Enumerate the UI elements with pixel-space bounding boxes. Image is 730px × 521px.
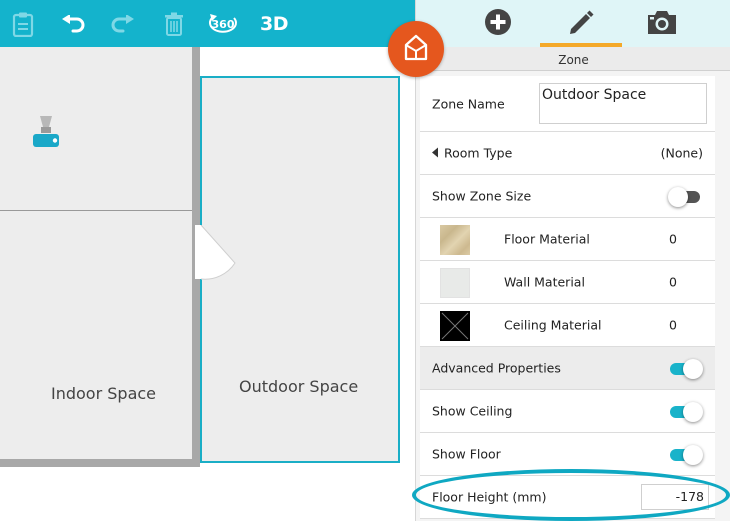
clipboard-button[interactable] [8,0,38,47]
ceiling-material-row[interactable]: Ceiling Material 0 [420,304,715,347]
camera-icon [646,8,678,40]
floor-height-label: Floor Height (mm) [432,489,547,505]
room-type-value[interactable]: (None) [661,146,703,161]
pencil-icon [566,7,596,41]
show-zone-size-label: Show Zone Size [432,188,532,204]
zone-house-icon [402,32,430,66]
room-label-indoor: Indoor Space [51,384,157,403]
tab-edit[interactable] [540,0,622,47]
show-floor-toggle[interactable] [670,444,703,465]
caret-left-icon [432,147,438,158]
toolbar: 360 3D [0,0,415,47]
panel-tabs [416,0,730,47]
delete-button[interactable] [160,0,188,47]
undo-icon [60,14,86,33]
ceiling-material-value: 0 [669,317,677,333]
view-3d-button[interactable]: 3D [258,0,290,47]
show-zone-size-row: Show Zone Size [420,175,715,218]
floor-height-input[interactable]: -178 [641,484,709,510]
show-floor-row: Show Floor [420,433,715,476]
room-label-outdoor: Outdoor Space [239,377,359,396]
floor-material-label: Floor Material [504,231,590,247]
zone-name-input[interactable]: Outdoor Space [539,83,707,124]
advanced-properties-toggle[interactable] [670,358,703,379]
app-window: 360 3D Indoor Space Outdoor Space Zone Z… [0,0,730,521]
advanced-properties-row: Advanced Properties [420,347,715,390]
tab-add[interactable] [466,0,530,47]
show-floor-label: Show Floor [432,446,501,462]
floor-material-swatch[interactable] [440,225,470,255]
view-360-button[interactable]: 360 [206,0,240,47]
wall [0,459,200,467]
no-material-icon [441,312,469,340]
redo-button[interactable] [108,0,138,47]
room-type-row[interactable]: Room Type (None) [420,132,715,175]
view-360-label: 360 [212,18,235,31]
view-360-icon: 360 [207,11,239,37]
ceiling-material-swatch[interactable] [440,311,470,341]
property-list: Zone Name Outdoor Space Room Type (None)… [420,76,715,519]
room-divider-line [0,210,192,211]
tab-camera[interactable] [630,0,694,47]
zone-name-row: Zone Name Outdoor Space [420,76,715,132]
door-swing [195,225,236,280]
advanced-properties-label: Advanced Properties [432,360,561,376]
show-ceiling-row: Show Ceiling [420,390,715,433]
zone-name-label: Zone Name [432,96,505,111]
room-type-label-group: Room Type [432,146,512,161]
add-icon [484,8,512,40]
panel-title: Zone [416,47,730,71]
floor-material-row[interactable]: Floor Material 0 [420,218,715,261]
floor-material-value: 0 [669,231,677,247]
properties-panel: Zone Zone Name Outdoor Space Room Type (… [415,0,730,521]
wall-material-label: Wall Material [504,274,585,290]
show-ceiling-toggle[interactable] [670,401,703,422]
zone-fab-button[interactable] [388,21,444,77]
undo-button[interactable] [58,0,88,47]
floor-plan-canvas[interactable]: Indoor Space Outdoor Space [0,47,415,521]
clipboard-icon [12,11,34,37]
show-ceiling-label: Show Ceiling [432,403,513,419]
floor-height-row: Floor Height (mm) -178 [420,476,715,519]
trash-icon [164,12,184,36]
wall-material-row[interactable]: Wall Material 0 [420,261,715,304]
wall-material-value: 0 [669,274,677,290]
ceiling-material-label: Ceiling Material [504,317,602,333]
security-camera-icon[interactable] [31,115,61,153]
wall-material-swatch[interactable] [440,268,470,298]
redo-icon [110,14,136,33]
room-type-label: Room Type [444,145,513,161]
show-zone-size-toggle[interactable] [668,186,702,207]
